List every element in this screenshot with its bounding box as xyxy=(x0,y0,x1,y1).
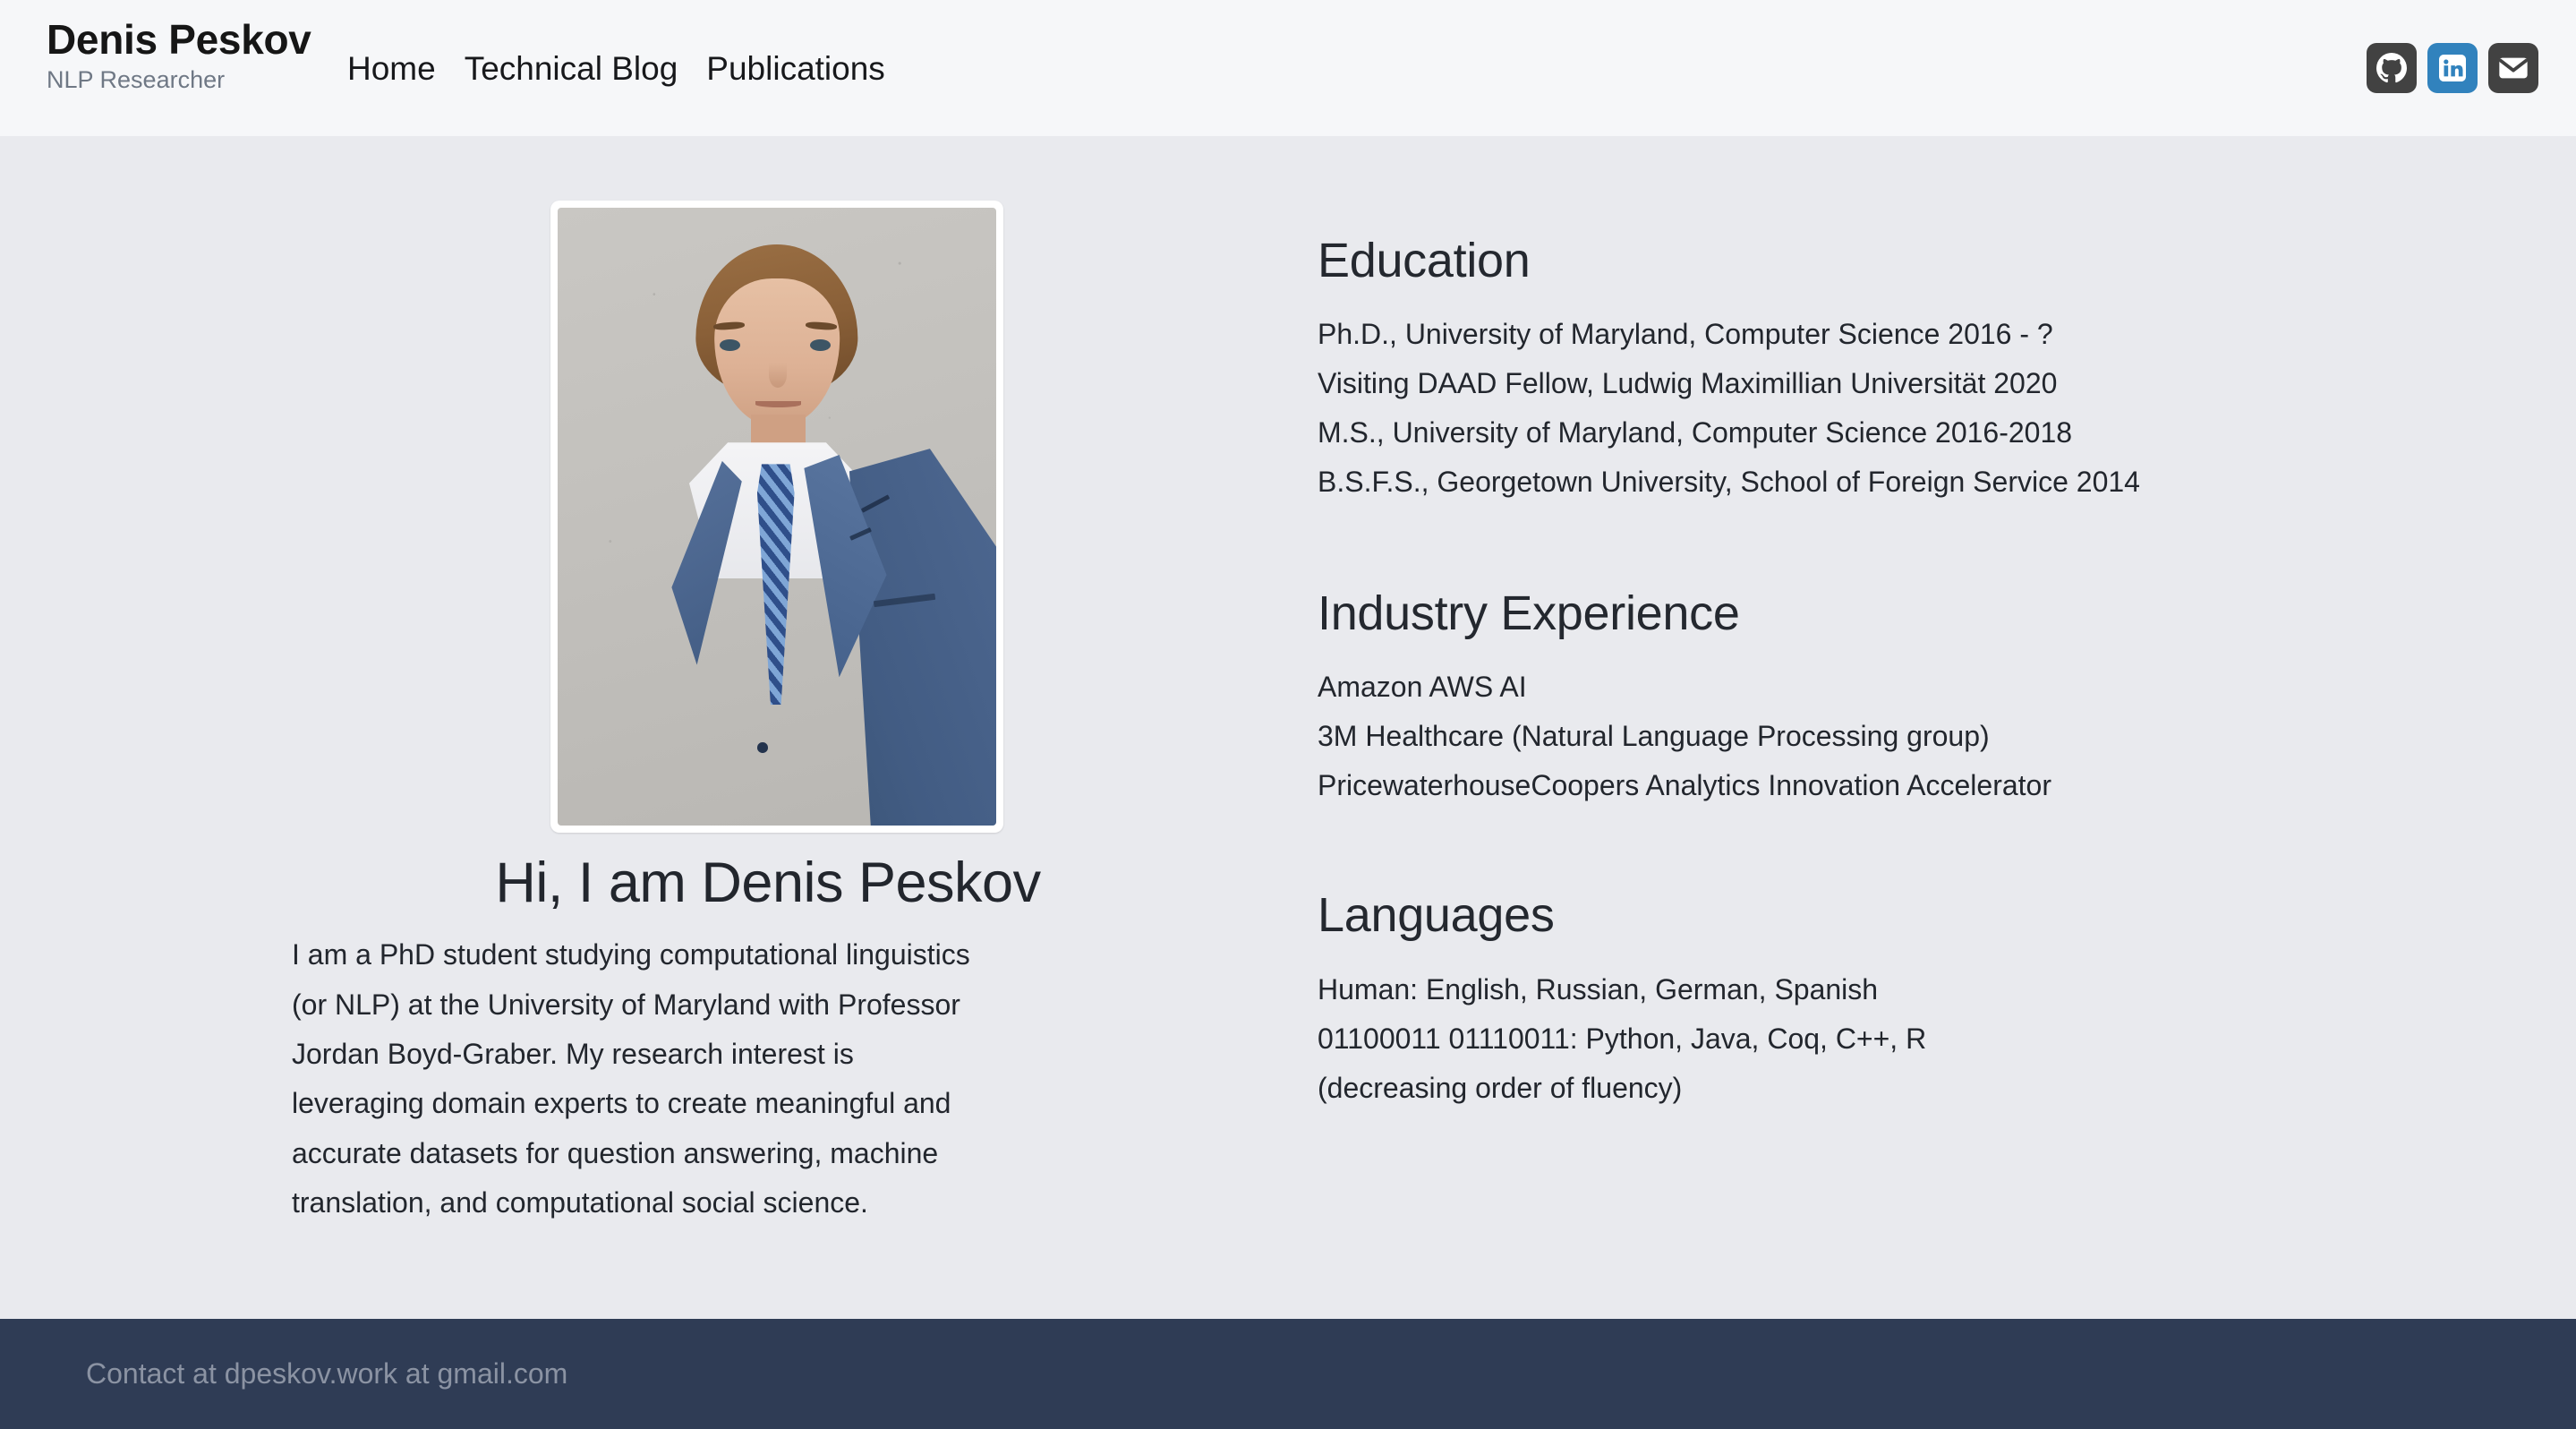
linkedin-link[interactable] xyxy=(2427,43,2478,93)
email-link[interactable] xyxy=(2488,43,2538,93)
education-lines: Ph.D., University of Maryland, Computer … xyxy=(1318,310,2481,507)
hero-column: Hi, I am Denis Peskov I am a PhD student… xyxy=(292,136,1244,1228)
portrait-button xyxy=(756,741,768,753)
portrait-photo xyxy=(558,208,996,826)
section-languages: Languages Human: English, Russian, Germa… xyxy=(1318,810,2481,1112)
footer-contact: Contact at dpeskov.work at gmail.com xyxy=(86,1357,568,1390)
industry-line: PricewaterhouseCoopers Analytics Innovat… xyxy=(1318,769,2051,802)
portrait-mouth xyxy=(755,400,801,407)
section-industry-experience: Industry Experience Amazon AWS AI 3M Hea… xyxy=(1318,507,2481,810)
languages-line: 01100011 01110011: Python, Java, Coq, C+… xyxy=(1318,1022,1927,1055)
education-line: M.S., University of Maryland, Computer S… xyxy=(1318,416,2073,449)
languages-title: Languages xyxy=(1318,888,1555,943)
nav-item-technical-blog[interactable]: Technical Blog xyxy=(465,52,678,85)
site-header: Denis Peskov NLP Researcher Home Technic… xyxy=(0,0,2576,136)
social-links xyxy=(2367,0,2538,136)
site-footer: Contact at dpeskov.work at gmail.com xyxy=(0,1319,2576,1429)
hero-paragraph: I am a PhD student studying computationa… xyxy=(292,938,970,1219)
linkedin-icon xyxy=(2439,55,2466,81)
industry-title: Industry Experience xyxy=(1318,586,1740,641)
education-line: Ph.D., University of Maryland, Computer … xyxy=(1318,318,2053,351)
info-column: Education Ph.D., University of Maryland,… xyxy=(1318,136,2481,1113)
portrait-eye-right xyxy=(810,338,831,352)
github-icon xyxy=(2376,53,2407,83)
portrait-necktie xyxy=(756,464,795,706)
nav-item-home[interactable]: Home xyxy=(347,52,436,85)
brand[interactable]: Denis Peskov NLP Researcher xyxy=(47,18,311,94)
industry-line: Amazon AWS AI xyxy=(1318,671,1527,704)
brand-subtitle: NLP Researcher xyxy=(47,66,226,94)
hero-title: Hi, I am Denis Peskov xyxy=(495,851,1041,914)
education-title: Education xyxy=(1318,234,1531,287)
brand-name: Denis Peskov xyxy=(47,16,311,63)
industry-lines: Amazon AWS AI 3M Healthcare (Natural Lan… xyxy=(1318,663,2481,810)
languages-lines: Human: English, Russian, German, Spanish… xyxy=(1318,965,2481,1113)
github-link[interactable] xyxy=(2367,43,2417,93)
main-nav: Home Technical Blog Publications xyxy=(347,0,885,136)
education-line: Visiting DAAD Fellow, Ludwig Maximillian… xyxy=(1318,367,2058,400)
languages-line: (decreasing order of fluency) xyxy=(1318,1071,1683,1104)
page-body: Hi, I am Denis Peskov I am a PhD student… xyxy=(0,136,2576,1319)
email-icon xyxy=(2499,57,2528,79)
nav-item-publications[interactable]: Publications xyxy=(706,52,885,85)
education-line: B.S.F.S., Georgetown University, School … xyxy=(1318,466,2140,499)
section-education: Education Ph.D., University of Maryland,… xyxy=(1318,136,2481,507)
languages-line: Human: English, Russian, German, Spanish xyxy=(1318,972,1879,1005)
portrait-frame xyxy=(550,201,1003,833)
portrait-eye-left xyxy=(720,338,740,352)
portrait-nose xyxy=(769,362,787,388)
industry-line: 3M Healthcare (Natural Language Processi… xyxy=(1318,720,1990,753)
